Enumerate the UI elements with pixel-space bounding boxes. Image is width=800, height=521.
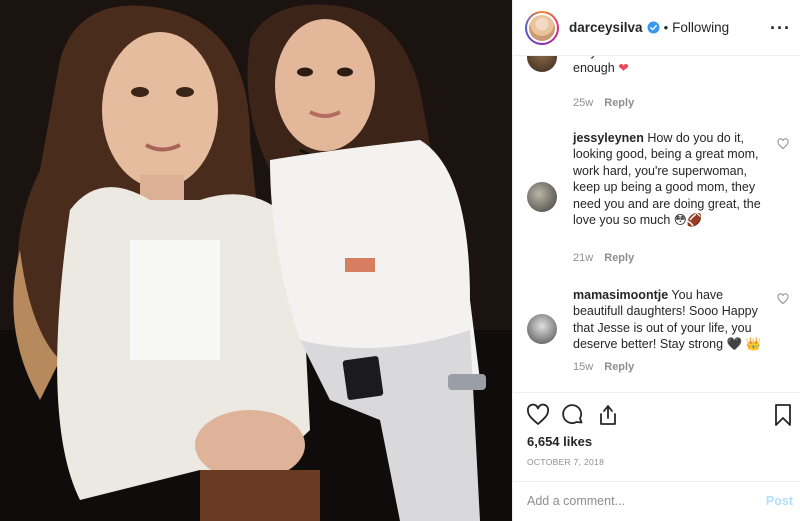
following-button[interactable]: Following [672,20,729,35]
post-comment-button[interactable]: Post [766,494,793,508]
comment-username[interactable]: jessyleynen [573,131,644,145]
comment-age: 15w [573,361,594,373]
comment-item: jessyleynen How do you do it, looking go… [527,130,789,270]
comment-meta: 25w Reply [573,97,634,109]
post-photo-illustration [0,0,512,521]
comment-age: 21w [573,252,594,264]
post-date: OCTOBER 7, 2018 [527,457,605,467]
comment-meta: 15w Reply [573,361,634,373]
post-header: darceysilva • Following ··· [513,0,800,56]
comment-like-heart-icon[interactable] [777,138,789,150]
comment-item: mamasimoontje You have beautifull daught… [527,287,789,387]
more-horizontal-icon[interactable]: ··· [770,18,791,39]
comment-text: they'll be of on their own soon enough ❤ [573,56,769,77]
add-comment-input[interactable] [527,494,747,508]
reply-button[interactable]: Reply [604,361,634,373]
comment-body: How do you do it, looking good, being a … [573,131,761,228]
verified-badge-icon [647,21,660,34]
avatar[interactable] [525,10,559,45]
comment-avatar[interactable] [527,182,557,212]
add-comment-bar: Post [513,481,800,521]
comment-like-heart-icon[interactable] [777,293,789,305]
post-photo[interactable] [0,0,512,521]
post-actions: 6,654 likes OCTOBER 7, 2018 Post [513,392,800,521]
likes-count[interactable]: 6,654 likes [527,434,592,449]
avatar-image [529,14,555,41]
comment-icon[interactable] [561,403,585,427]
share-icon[interactable] [596,403,620,427]
comment-age: 25w [573,97,594,109]
comment-username[interactable]: mamasimoontje [573,288,668,302]
comment-body: they'll be of on their own soon enough [573,56,738,76]
comment-text: mamasimoontje You have beautifull daught… [573,287,769,353]
reply-button[interactable]: Reply [604,252,634,264]
avatar-inner [527,12,557,43]
header-separator: • [663,20,669,35]
header-username[interactable]: darceysilva [569,20,643,35]
comment-meta: 21w Reply [573,252,634,264]
post-side-panel: darceysilva • Following ··· they'll be o… [512,0,800,521]
bookmark-icon[interactable] [771,403,795,427]
comments-list[interactable]: they'll be of on their own soon enough ❤… [513,56,800,392]
comment-emoji: 😳🏈 [673,213,703,228]
comment-emoji: 🖤 👑 [726,337,762,352]
reply-button[interactable]: Reply [604,97,634,109]
red-heart-emoji-icon: ❤ [618,61,629,76]
comment-item: they'll be of on their own soon enough ❤… [527,56,789,112]
comment-avatar[interactable] [527,314,557,344]
comment-avatar[interactable] [527,56,557,72]
comment-text: jessyleynen How do you do it, looking go… [573,130,769,228]
heart-icon[interactable] [526,403,550,427]
